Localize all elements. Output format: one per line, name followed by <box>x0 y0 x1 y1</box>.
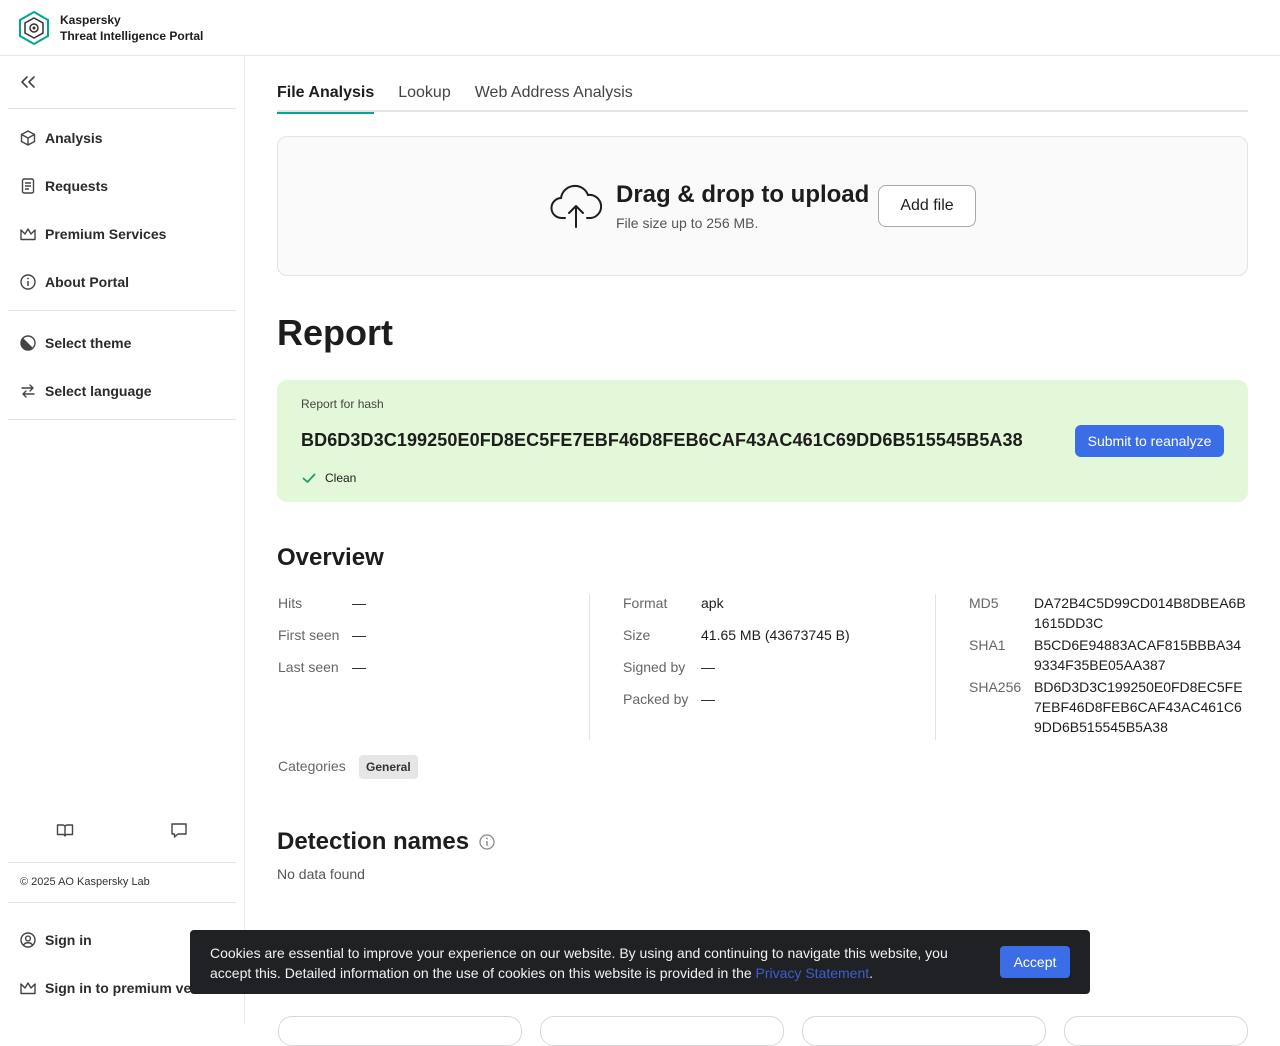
theme-icon <box>20 335 36 351</box>
status-text: Clean <box>325 471 357 485</box>
sha256-label: SHA256 <box>969 679 1022 695</box>
sidebar-divider <box>8 862 236 863</box>
sidebar-item-premium-services[interactable]: Premium Services <box>19 223 166 245</box>
upload-title: Drag & drop to upload <box>616 181 870 208</box>
sha256-value: BD6D3D3C199250E0FD8EC5FE7EBF46D8FEB6CAF4… <box>1034 679 1243 735</box>
submit-reanalyze-button[interactable]: Submit to reanalyze <box>1075 425 1224 457</box>
sidebar-divider <box>8 108 236 109</box>
sidebar-item-label: Requests <box>45 178 109 194</box>
md5-label: MD5 <box>969 595 999 611</box>
tab-web-address-analysis[interactable]: Web Address Analysis <box>475 80 633 112</box>
detection-empty-state: No data found <box>277 866 365 882</box>
select-theme-button[interactable]: Select theme <box>19 332 131 354</box>
tab-file-analysis[interactable]: File Analysis <box>277 80 375 114</box>
sidebar-divider <box>8 902 236 903</box>
brand-company: Kaspersky <box>60 13 121 27</box>
report-hash: BD6D3D3C199250E0FD8EC5FE7EBF46D8FEB6CAF4… <box>301 430 1023 450</box>
cloud-upload-icon <box>550 184 602 228</box>
upload-dropzone[interactable]: Drag & drop to upload File size up to 25… <box>277 136 1248 276</box>
analysis-tabs: File Analysis Lookup Web Address Analysi… <box>277 80 1248 114</box>
check-icon <box>302 473 316 483</box>
format-label: Format <box>623 595 668 611</box>
sidebar-divider <box>8 310 236 311</box>
brand-product: Threat Intelligence Portal <box>60 29 204 43</box>
sidebar-divider <box>8 419 236 420</box>
sha1-label: SHA1 <box>969 637 1006 653</box>
section-pill[interactable] <box>278 1016 522 1046</box>
tab-lookup[interactable]: Lookup <box>398 80 451 112</box>
cookie-message-end: . <box>869 965 874 981</box>
size-value: 41.65 MB (43673745 B) <box>701 627 850 643</box>
section-pill[interactable] <box>1064 1016 1248 1046</box>
sidebar-item-analysis[interactable]: Analysis <box>19 127 103 149</box>
signed-by-value: — <box>701 659 715 675</box>
detection-names-label: Detection names <box>277 828 470 855</box>
copyright: © 2025 AO Kaspersky Lab <box>20 876 150 888</box>
hits-label: Hits <box>278 595 303 611</box>
overview-divider <box>935 594 936 740</box>
user-icon <box>20 932 36 948</box>
last-seen-value: — <box>352 659 366 675</box>
sidebar-item-requests[interactable]: Requests <box>19 175 108 197</box>
first-seen-value: — <box>352 627 366 643</box>
language-icon <box>21 384 35 398</box>
sidebar-item-label: About Portal <box>45 274 129 290</box>
report-hash-card: Report for hash BD6D3D3C199250E0FD8EC5FE… <box>277 380 1248 502</box>
sidebar: Analysis Requests Premium Services About… <box>0 56 245 1024</box>
detection-names-title: Detection names <box>277 828 496 856</box>
crown-icon <box>20 228 36 241</box>
packed-by-value: — <box>701 691 715 707</box>
md5-value: DA72B4C5D99CD014B8DBEA6B1615DD3C <box>1034 595 1246 631</box>
cookie-banner: Cookies are essential to improve your ex… <box>190 930 1090 994</box>
sidebar-item-about-portal[interactable]: About Portal <box>19 271 129 293</box>
select-language-button[interactable]: Select language <box>19 380 152 402</box>
add-file-button[interactable]: Add file <box>878 185 976 227</box>
crown-icon <box>20 982 36 995</box>
section-pill[interactable] <box>802 1016 1046 1046</box>
report-title: Report <box>277 312 393 353</box>
sidebar-item-label: Premium Services <box>45 226 167 242</box>
chat-icon[interactable] <box>169 820 189 840</box>
sidebar-item-label: Analysis <box>45 130 103 146</box>
select-theme-label: Select theme <box>45 335 132 351</box>
document-icon <box>21 178 35 194</box>
section-pill[interactable] <box>540 1016 784 1046</box>
signed-by-label: Signed by <box>623 659 686 675</box>
overview-divider <box>589 594 590 740</box>
book-icon[interactable] <box>55 820 75 840</box>
sign-in-label: Sign in <box>45 932 92 948</box>
sign-in-button[interactable]: Sign in <box>19 929 92 951</box>
hash-label: Report for hash <box>301 397 384 411</box>
brand-name[interactable]: Kaspersky Threat Intelligence Portal <box>60 12 203 44</box>
last-seen-label: Last seen <box>278 659 339 675</box>
collapse-sidebar-icon[interactable] <box>18 72 38 92</box>
category-badge: General <box>359 755 418 779</box>
first-seen-label: First seen <box>278 627 340 643</box>
status-badge: Clean <box>301 470 356 486</box>
size-label: Size <box>623 627 651 643</box>
upload-subtitle: File size up to 256 MB. <box>616 215 759 231</box>
select-language-label: Select language <box>45 383 152 399</box>
sha1-value: B5CD6E94883ACAF815BBBA349334F35BE05AA387 <box>1034 637 1242 673</box>
overview-title: Overview <box>277 544 384 571</box>
hits-value: — <box>352 595 366 611</box>
categories-label: Categories <box>278 758 346 774</box>
info-icon <box>20 274 36 290</box>
info-icon[interactable] <box>478 833 496 851</box>
format-value: apk <box>701 595 724 611</box>
top-bar: Kaspersky Threat Intelligence Portal <box>0 0 1280 56</box>
cookie-text: Cookies are essential to improve your ex… <box>210 943 970 983</box>
kaspersky-logo-icon[interactable] <box>18 11 50 45</box>
packed-by-label: Packed by <box>623 691 689 707</box>
privacy-statement-link[interactable]: Privacy Statement <box>756 965 870 981</box>
cube-icon <box>20 130 36 146</box>
accept-cookies-button[interactable]: Accept <box>1000 946 1070 978</box>
